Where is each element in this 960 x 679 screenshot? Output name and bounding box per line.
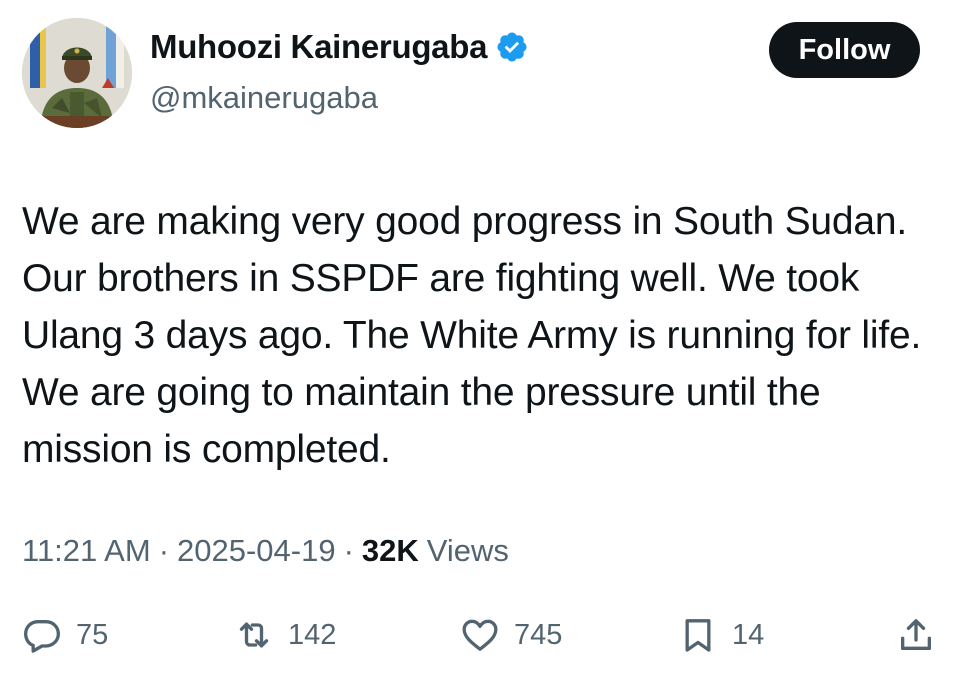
repost-icon — [239, 622, 269, 648]
share-icon — [901, 619, 931, 650]
views-label: Views — [426, 533, 509, 568]
share-button[interactable] — [896, 610, 936, 660]
avatar-image — [22, 18, 132, 128]
author-name-row: Muhoozi Kainerugaba — [150, 28, 529, 66]
like-count: 745 — [514, 618, 563, 651]
reply-count: 75 — [76, 618, 109, 651]
action-bar: 75 142 745 14 — [0, 610, 960, 660]
author-display-name[interactable]: Muhoozi Kainerugaba — [150, 28, 487, 66]
views-count: 32K — [361, 533, 419, 568]
repost-button[interactable]: 142 — [234, 610, 336, 660]
meta-separator: · — [158, 533, 170, 568]
like-button[interactable]: 745 — [460, 610, 562, 660]
avatar[interactable] — [22, 18, 132, 128]
author-handle[interactable]: @mkainerugaba — [150, 80, 378, 116]
tweet-time[interactable]: 11:21 AM — [22, 533, 151, 569]
tweet-meta: 11:21 AM · 2025-04-19 · 32K Views — [22, 533, 509, 569]
meta-separator: · — [343, 533, 354, 568]
tweet-card: Muhoozi Kainerugaba @mkainerugaba Follow… — [0, 0, 960, 679]
reply-icon — [24, 620, 60, 653]
follow-button[interactable]: Follow — [769, 22, 920, 78]
bookmark-button[interactable]: 14 — [678, 610, 764, 660]
repost-count: 142 — [288, 618, 337, 651]
heart-icon — [462, 619, 498, 651]
bookmark-count: 14 — [732, 618, 765, 651]
bookmark-icon — [685, 619, 711, 652]
reply-button[interactable]: 75 — [22, 610, 108, 660]
verified-badge-icon — [495, 30, 529, 64]
tweet-text: We are making very good progress in Sout… — [22, 200, 922, 471]
tweet-date[interactable]: 2025-04-19 — [177, 533, 336, 569]
